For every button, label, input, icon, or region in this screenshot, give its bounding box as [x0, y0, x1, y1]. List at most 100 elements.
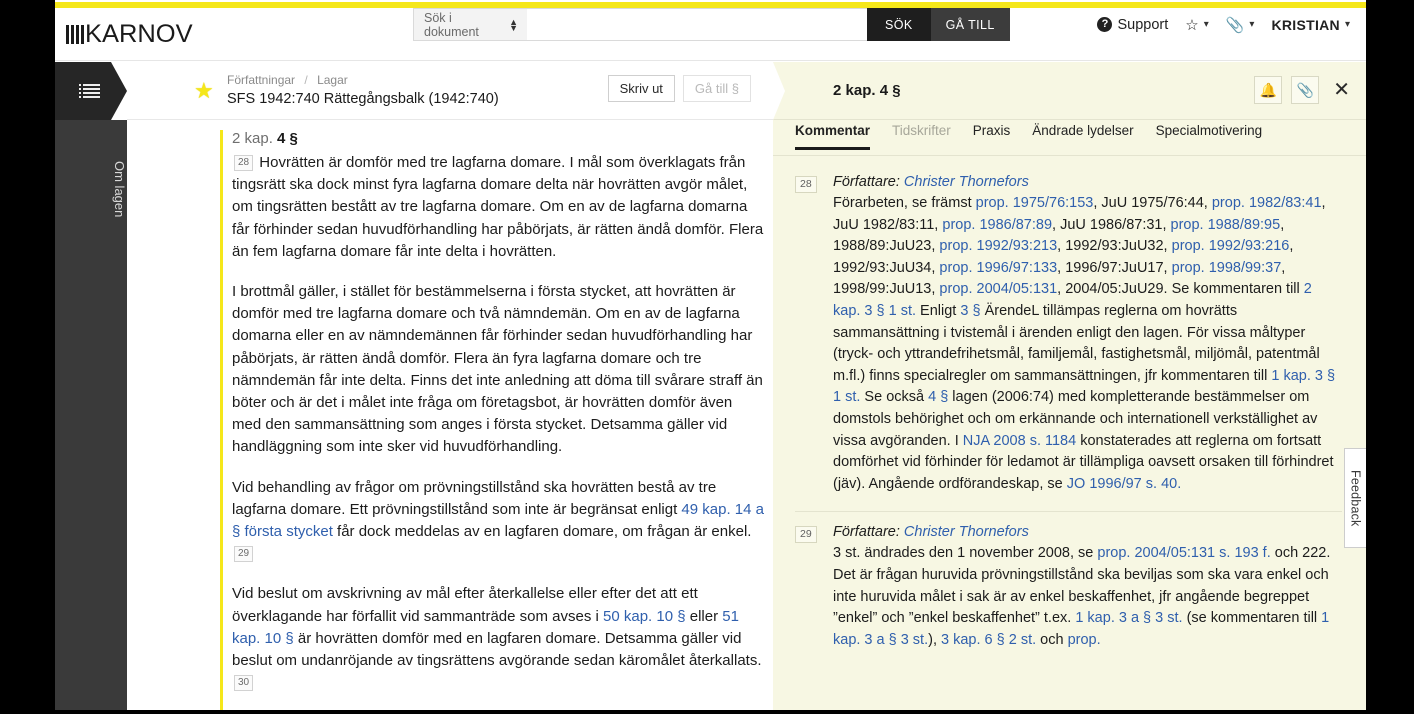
logo-bars-icon: [66, 24, 84, 44]
document-paragraph: Vid behandling av frågor om prövningstil…: [220, 477, 765, 566]
chevron-down-icon: ▾: [1203, 19, 1209, 30]
commentary-note: 29 Författare: Christer Thornefors 3 st. ä…: [795, 524, 1342, 651]
favorite-star-icon[interactable]: ★: [194, 80, 214, 102]
question-mark-icon: ?: [1097, 17, 1113, 32]
document-paragraph: 28 Hovrätten är domför med tre lagfarna …: [232, 154, 764, 260]
note-text: Förarbeten, se främst prop. 1975/76:153,…: [833, 195, 1336, 492]
commentary-note: 28 Författare: Christer Thornefors Förarbe…: [795, 174, 1342, 495]
feedback-tab[interactable]: Feedback: [1344, 448, 1366, 548]
footnote-marker[interactable]: 30: [234, 675, 254, 692]
reference-link[interactable]: 1 kap. 3 a § 3 st.: [1075, 610, 1182, 626]
tab-praxis[interactable]: Praxis: [973, 120, 1011, 150]
sidebar-toggle-button[interactable]: [55, 62, 127, 120]
reference-link[interactable]: NJA 2008 s. 1184: [963, 433, 1076, 449]
reference-link[interactable]: 2 kap. 3 § 1 st.: [833, 281, 1312, 319]
user-menu[interactable]: KRISTIAN ▾: [1271, 17, 1350, 33]
search-scope-select[interactable]: Sök i dokument ▲ ▼: [413, 8, 527, 41]
reference-link[interactable]: 1 kap. 3 § 1 st.: [833, 368, 1335, 406]
reference-link[interactable]: prop. 1988/89:95: [1171, 217, 1281, 233]
note-author: Författare: Christer Thornefors: [833, 524, 1029, 541]
reference-link[interactable]: prop. 1982/83:41: [1212, 195, 1322, 211]
footnote-marker[interactable]: 29: [234, 546, 254, 563]
app-window: KARNOV Sök i dokument ▲ ▼ SÖK GÅ TILL ? S…: [55, 0, 1366, 710]
reference-link[interactable]: 4 §: [928, 389, 948, 405]
goto-button[interactable]: GÅ TILL: [930, 8, 1010, 41]
note-divider: [795, 511, 1342, 513]
reference-link[interactable]: prop. 1986/87:89: [942, 217, 1052, 233]
tab-kommentar[interactable]: Kommentar: [795, 120, 871, 150]
document-paragraph: Vid beslut om avskrivning av mål efter å…: [220, 583, 765, 694]
search-bar: Sök i dokument ▲ ▼ SÖK GÅ TILL: [413, 8, 1010, 41]
document-actions: Skriv ut Gå till §: [607, 75, 751, 102]
commentary-panel-title: 2 kap. 4 §: [833, 82, 901, 99]
tab-ändrade-lydelser[interactable]: Ändrade lydelser: [1032, 120, 1133, 150]
attachments-menu[interactable]: 📎 ▾: [1226, 16, 1255, 34]
section-number: 4 §: [277, 130, 298, 147]
commentary-panel-header: 2 kap. 4 § 🔔 📎 ✕: [773, 62, 1366, 120]
note-number-badge[interactable]: 28: [795, 176, 817, 193]
print-button[interactable]: Skriv ut: [607, 75, 675, 102]
section-heading: 2 kap. 4 §: [220, 130, 773, 147]
commentary-tabs: Kommentar Tidskrifter Praxis Ändrade lydels…: [773, 120, 1366, 156]
support-label: Support: [1117, 16, 1169, 33]
commentary-notes[interactable]: 28 Författare: Christer Thornefors Förarbe…: [773, 162, 1366, 710]
reference-link[interactable]: 49 kap. 14 a § första stycket: [232, 501, 764, 540]
chevron-down-icon: ▾: [1344, 19, 1350, 30]
breadcrumb: Författningar / Lagar: [227, 73, 348, 87]
reference-link[interactable]: prop.: [1068, 632, 1101, 648]
reference-link[interactable]: 3 kap. 6 § 2 st.: [941, 632, 1036, 648]
commentary-panel: 2 kap. 4 § 🔔 📎 ✕ Kommentar Tidskrifter Pra…: [773, 62, 1366, 710]
reference-link[interactable]: 50 kap. 10 §: [603, 608, 686, 625]
search-input[interactable]: [527, 8, 867, 41]
favorites-menu[interactable]: ☆ ▾: [1185, 16, 1208, 34]
search-scope-label: Sök i dokument: [424, 10, 479, 39]
bell-icon[interactable]: 🔔: [1254, 76, 1283, 104]
reference-link[interactable]: prop. 1975/76:153: [976, 195, 1094, 211]
paperclip-icon[interactable]: 📎: [1291, 76, 1320, 104]
list-icon: [78, 84, 100, 98]
goto-section-button[interactable]: Gå till §: [682, 75, 751, 102]
sidebar-item-label: Om lagen: [112, 160, 127, 218]
breadcrumb-root[interactable]: Författningar: [227, 73, 295, 87]
sidebar-item-om-lagen[interactable]: Om lagen: [55, 134, 127, 244]
feedback-label: Feedback: [1348, 469, 1363, 527]
breadcrumb-separator: /: [304, 73, 308, 87]
panel-pointer: [773, 62, 785, 120]
chevron-updown-icon: ▲ ▼: [509, 16, 518, 33]
tab-specialmotivering[interactable]: Specialmotivering: [1156, 120, 1263, 150]
document-paragraphs: 28 Hovrätten är domför med tre lagfarna …: [220, 152, 773, 710]
user-name-label: KRISTIAN: [1271, 16, 1340, 33]
support-link[interactable]: ? Support: [1097, 17, 1168, 33]
page-title: SFS 1942:740 Rättegångsbalk (1942:740): [227, 91, 499, 107]
note-number-badge[interactable]: 29: [795, 526, 817, 544]
reference-link[interactable]: JO 1996/97 s. 40.: [1067, 476, 1181, 492]
note-text: 3 st. ändrades den 1 november 2008, se p…: [833, 545, 1331, 648]
logo-text: KARNOV: [84, 19, 193, 48]
karnov-logo[interactable]: KARNOV: [66, 19, 193, 49]
commentary-panel-actions: 🔔 📎 ✕: [1254, 76, 1350, 104]
breadcrumb-child[interactable]: Lagar: [317, 73, 348, 87]
sidebar-rail: Om lagen: [55, 120, 127, 710]
note-author-link[interactable]: Christer Thornefors: [904, 174, 1029, 190]
reference-link[interactable]: prop. 1996/97:133: [939, 260, 1057, 276]
footnote-marker[interactable]: 28: [234, 155, 254, 171]
search-button[interactable]: SÖK: [867, 8, 931, 41]
reference-link[interactable]: 3 §: [960, 303, 980, 319]
section-prefix: 2 kap.: [232, 130, 273, 147]
close-icon[interactable]: ✕: [1333, 80, 1350, 100]
reference-link[interactable]: prop. 1992/93:216: [1172, 238, 1290, 254]
paperclip-icon: 📎: [1225, 16, 1245, 34]
star-icon: ☆: [1185, 16, 1199, 34]
document-body[interactable]: 2 kap. 4 § 28 Hovrätten är domför med tr…: [127, 120, 773, 710]
header-right-actions: ? Support ☆ ▾ 📎 ▾ KRISTIAN ▾: [1097, 8, 1350, 41]
chevron-down-icon: ▾: [1249, 19, 1255, 30]
tab-tidskrifter[interactable]: Tidskrifter: [892, 120, 951, 150]
document-header: ★ Författningar / Lagar SFS 1942:740 Rät…: [127, 62, 773, 120]
reference-link[interactable]: prop. 2004/05:131 s. 193 f.: [1097, 545, 1270, 561]
reference-link[interactable]: prop. 1992/93:213: [939, 238, 1057, 254]
reference-link[interactable]: prop. 2004/05:131: [939, 281, 1057, 297]
note-author: Författare: Christer Thornefors: [833, 174, 1029, 190]
note-author-link[interactable]: Christer Thornefors: [904, 524, 1029, 540]
reference-link[interactable]: prop. 1998/99:37: [1172, 260, 1282, 276]
document-paragraph: I brottmål gäller, i stället för bestämm…: [232, 283, 763, 456]
